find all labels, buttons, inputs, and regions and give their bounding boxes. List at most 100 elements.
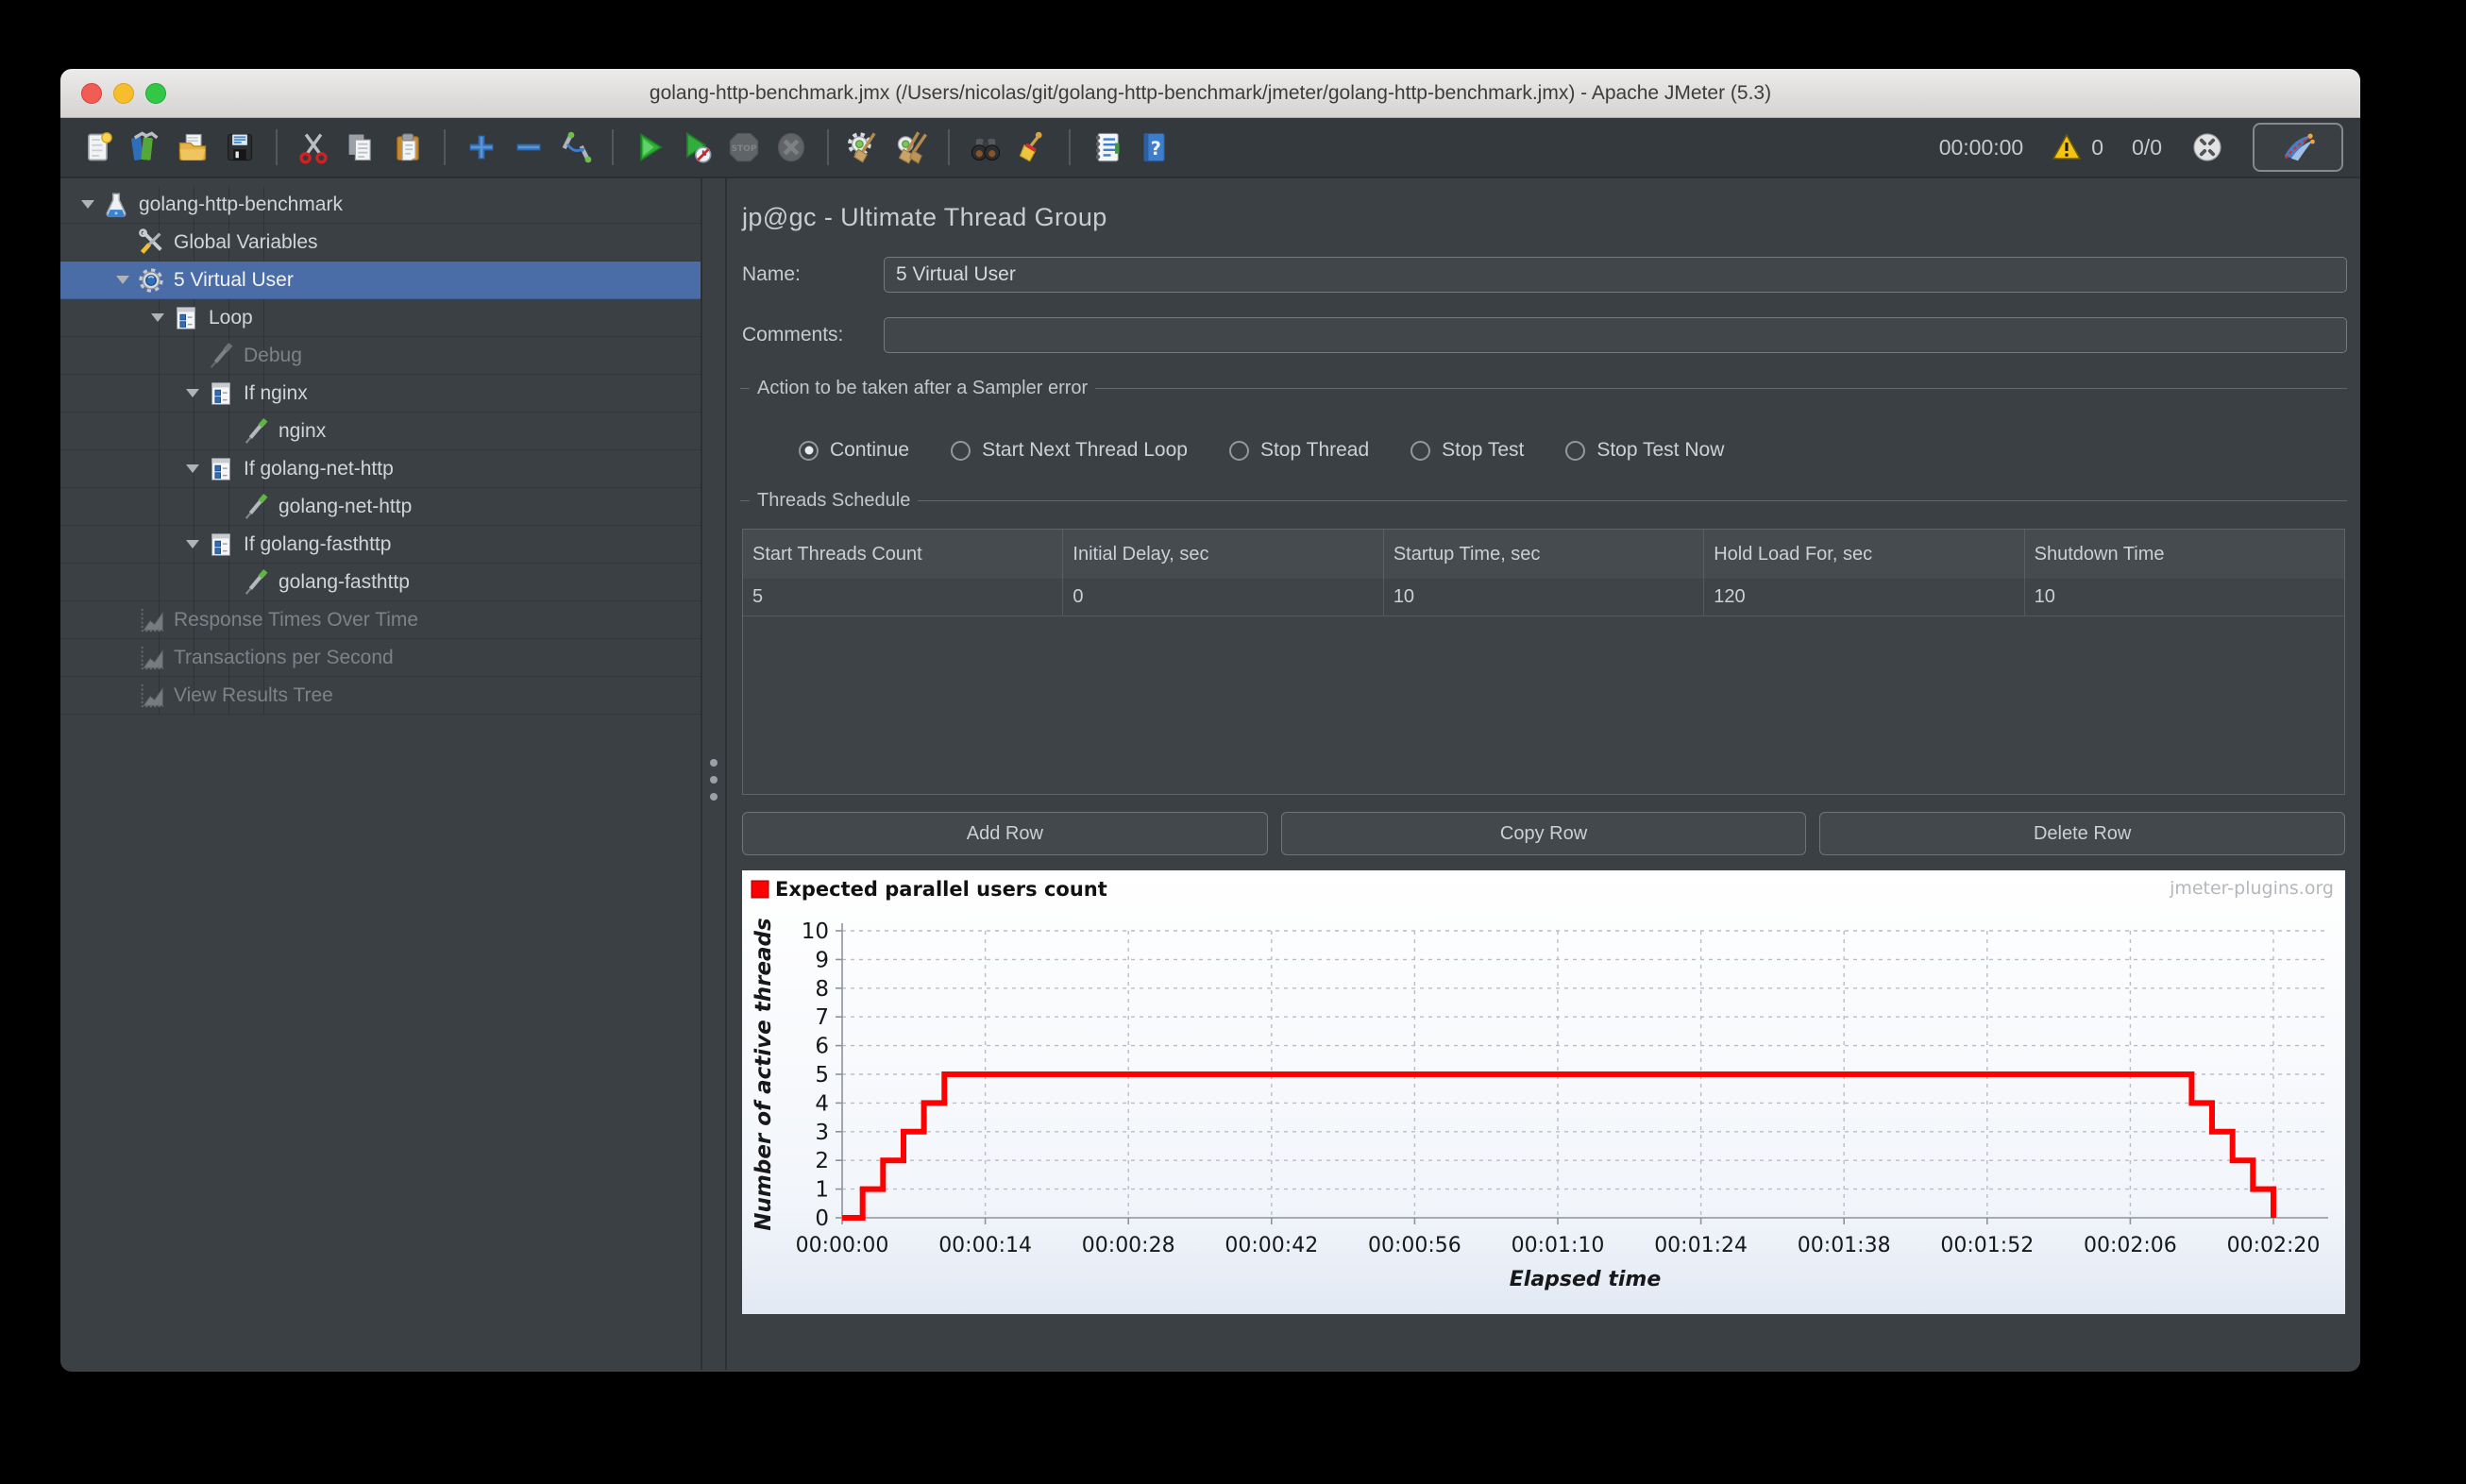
fieldset-line [1095, 388, 2347, 389]
tree-item-response-times[interactable]: Response Times Over Time [60, 601, 701, 639]
new-file-button[interactable] [77, 125, 119, 170]
test-plan-icon [102, 191, 130, 219]
table-cell[interactable]: 0 [1063, 579, 1384, 616]
toolbar-separator [276, 129, 278, 165]
radio-continue[interactable]: Continue [799, 439, 909, 462]
save-button[interactable] [219, 125, 261, 170]
panel-splitter[interactable] [701, 178, 727, 1370]
open-file-button[interactable] [172, 125, 213, 170]
chevron-down-icon[interactable] [178, 389, 207, 397]
tree-item-label: If golang-net-http [244, 457, 394, 480]
start-no-timers-icon [680, 130, 714, 164]
expand-add-button[interactable] [461, 125, 502, 170]
toolbar-separator [827, 129, 829, 165]
laf-icon [2190, 130, 2224, 164]
tree-item-transactions-per-second[interactable]: Transactions per Second [60, 639, 701, 677]
tree-item-global-variables[interactable]: Global Variables [60, 224, 701, 261]
toolbar-separator [948, 129, 950, 165]
clear-button[interactable] [844, 125, 886, 170]
chevron-down-icon[interactable] [178, 540, 207, 548]
help-icon [1137, 130, 1171, 164]
copy-row-button[interactable]: Copy Row [1280, 812, 1807, 855]
tree-item-label: Debug [244, 344, 302, 366]
tree-item-if-golang-fasthttp[interactable]: If golang-fasthttp [60, 526, 701, 564]
tree-item-if-golang-net-http[interactable]: If golang-net-http [60, 450, 701, 488]
column-header[interactable]: Start Threads Count [743, 530, 1064, 579]
copy-button[interactable] [340, 125, 381, 170]
column-header[interactable]: Hold Load For, sec [1704, 530, 2025, 579]
svg-text:Elapsed time: Elapsed time [1510, 1268, 1662, 1291]
radio-stop-thread[interactable]: Stop Thread [1228, 439, 1369, 462]
radio-icon [1410, 440, 1431, 461]
radio-stop-test[interactable]: Stop Test [1410, 439, 1524, 462]
chevron-down-icon[interactable] [74, 200, 102, 209]
svg-text:00:01:10: 00:01:10 [1512, 1234, 1605, 1257]
name-input[interactable] [884, 257, 2347, 293]
svg-text:0: 0 [815, 1206, 829, 1231]
templates-icon [128, 130, 162, 164]
warning-icon [2052, 132, 2082, 162]
thread-group-icon [137, 266, 165, 295]
tree-item-debug[interactable]: Debug [60, 337, 701, 375]
chevron-down-icon[interactable] [144, 313, 172, 322]
table-empty-area [743, 616, 2344, 794]
column-header[interactable]: Shutdown Time [2024, 530, 2345, 579]
clear-all-button[interactable] [891, 125, 933, 170]
tree-item-loop[interactable]: Loop [60, 299, 701, 337]
chevron-down-icon[interactable] [178, 464, 207, 473]
warning-count: 0 [2091, 134, 2104, 160]
chevron-down-icon[interactable] [109, 276, 137, 284]
collapse-remove-button[interactable] [508, 125, 549, 170]
comments-label: Comments: [742, 324, 844, 346]
delete-row-button[interactable]: Delete Row [1819, 812, 2346, 855]
start-no-timers-button[interactable] [676, 125, 718, 170]
column-header[interactable]: Initial Delay, sec [1063, 530, 1384, 579]
table-cell[interactable]: 5 [743, 579, 1064, 616]
search-button[interactable] [965, 125, 1006, 170]
radio-icon [1228, 440, 1249, 461]
laf-indicator [2190, 130, 2224, 164]
svg-text:00:00:28: 00:00:28 [1082, 1234, 1175, 1257]
log-errors-indicator[interactable]: 0 [2052, 132, 2103, 162]
radio-start-next-thread-loop[interactable]: Start Next Thread Loop [951, 439, 1188, 462]
toggle-reset-button[interactable] [555, 125, 597, 170]
reset-gui-icon [559, 130, 593, 164]
listener-icon [137, 606, 165, 634]
svg-text:2: 2 [815, 1149, 829, 1173]
search-reset-button[interactable] [1012, 125, 1054, 170]
comments-input[interactable] [884, 317, 2347, 353]
column-header[interactable]: Startup Time, sec [1383, 530, 1705, 579]
start-button[interactable] [629, 125, 670, 170]
tree-item-golang-fasthttp[interactable]: golang-fasthttp [60, 564, 701, 601]
tree-item-golang-net-http[interactable]: golang-net-http [60, 488, 701, 526]
table-cell[interactable]: 120 [1704, 579, 2025, 616]
svg-text:8: 8 [815, 977, 829, 1002]
tree-item-thread-group[interactable]: 5 Virtual User [60, 261, 701, 299]
active-threads-ratio: 0/0 [2132, 134, 2162, 160]
svg-text:6: 6 [815, 1035, 829, 1059]
paste-button[interactable] [387, 125, 429, 170]
help-button[interactable] [1133, 125, 1174, 170]
cut-button[interactable] [293, 125, 334, 170]
svg-text:00:00:14: 00:00:14 [938, 1234, 1032, 1257]
tree-item-test-plan[interactable]: golang-http-benchmark [60, 186, 701, 224]
tree-item-view-results-tree[interactable]: View Results Tree [60, 677, 701, 715]
jmeter-logo-button[interactable] [2253, 123, 2343, 172]
templates-button[interactable] [125, 125, 166, 170]
tree-item-if-nginx[interactable]: If nginx [60, 375, 701, 413]
controller-icon [207, 455, 235, 483]
tree-item-nginx[interactable]: nginx [60, 413, 701, 450]
tree-item-label: Global Variables [174, 230, 318, 253]
copy-icon [344, 130, 378, 164]
controller-icon [207, 531, 235, 559]
svg-text:5: 5 [815, 1063, 829, 1088]
function-helper-button[interactable] [1086, 125, 1127, 170]
svg-text:00:01:24: 00:01:24 [1654, 1234, 1748, 1257]
controller-icon [207, 379, 235, 408]
search-reset-icon [1016, 130, 1050, 164]
table-cell[interactable]: 10 [1383, 579, 1705, 616]
radio-stop-test-now[interactable]: Stop Test Now [1565, 439, 1724, 462]
add-row-button[interactable]: Add Row [742, 812, 1268, 855]
table-cell[interactable]: 10 [2024, 579, 2345, 616]
svg-text:00:00:00: 00:00:00 [796, 1234, 889, 1257]
